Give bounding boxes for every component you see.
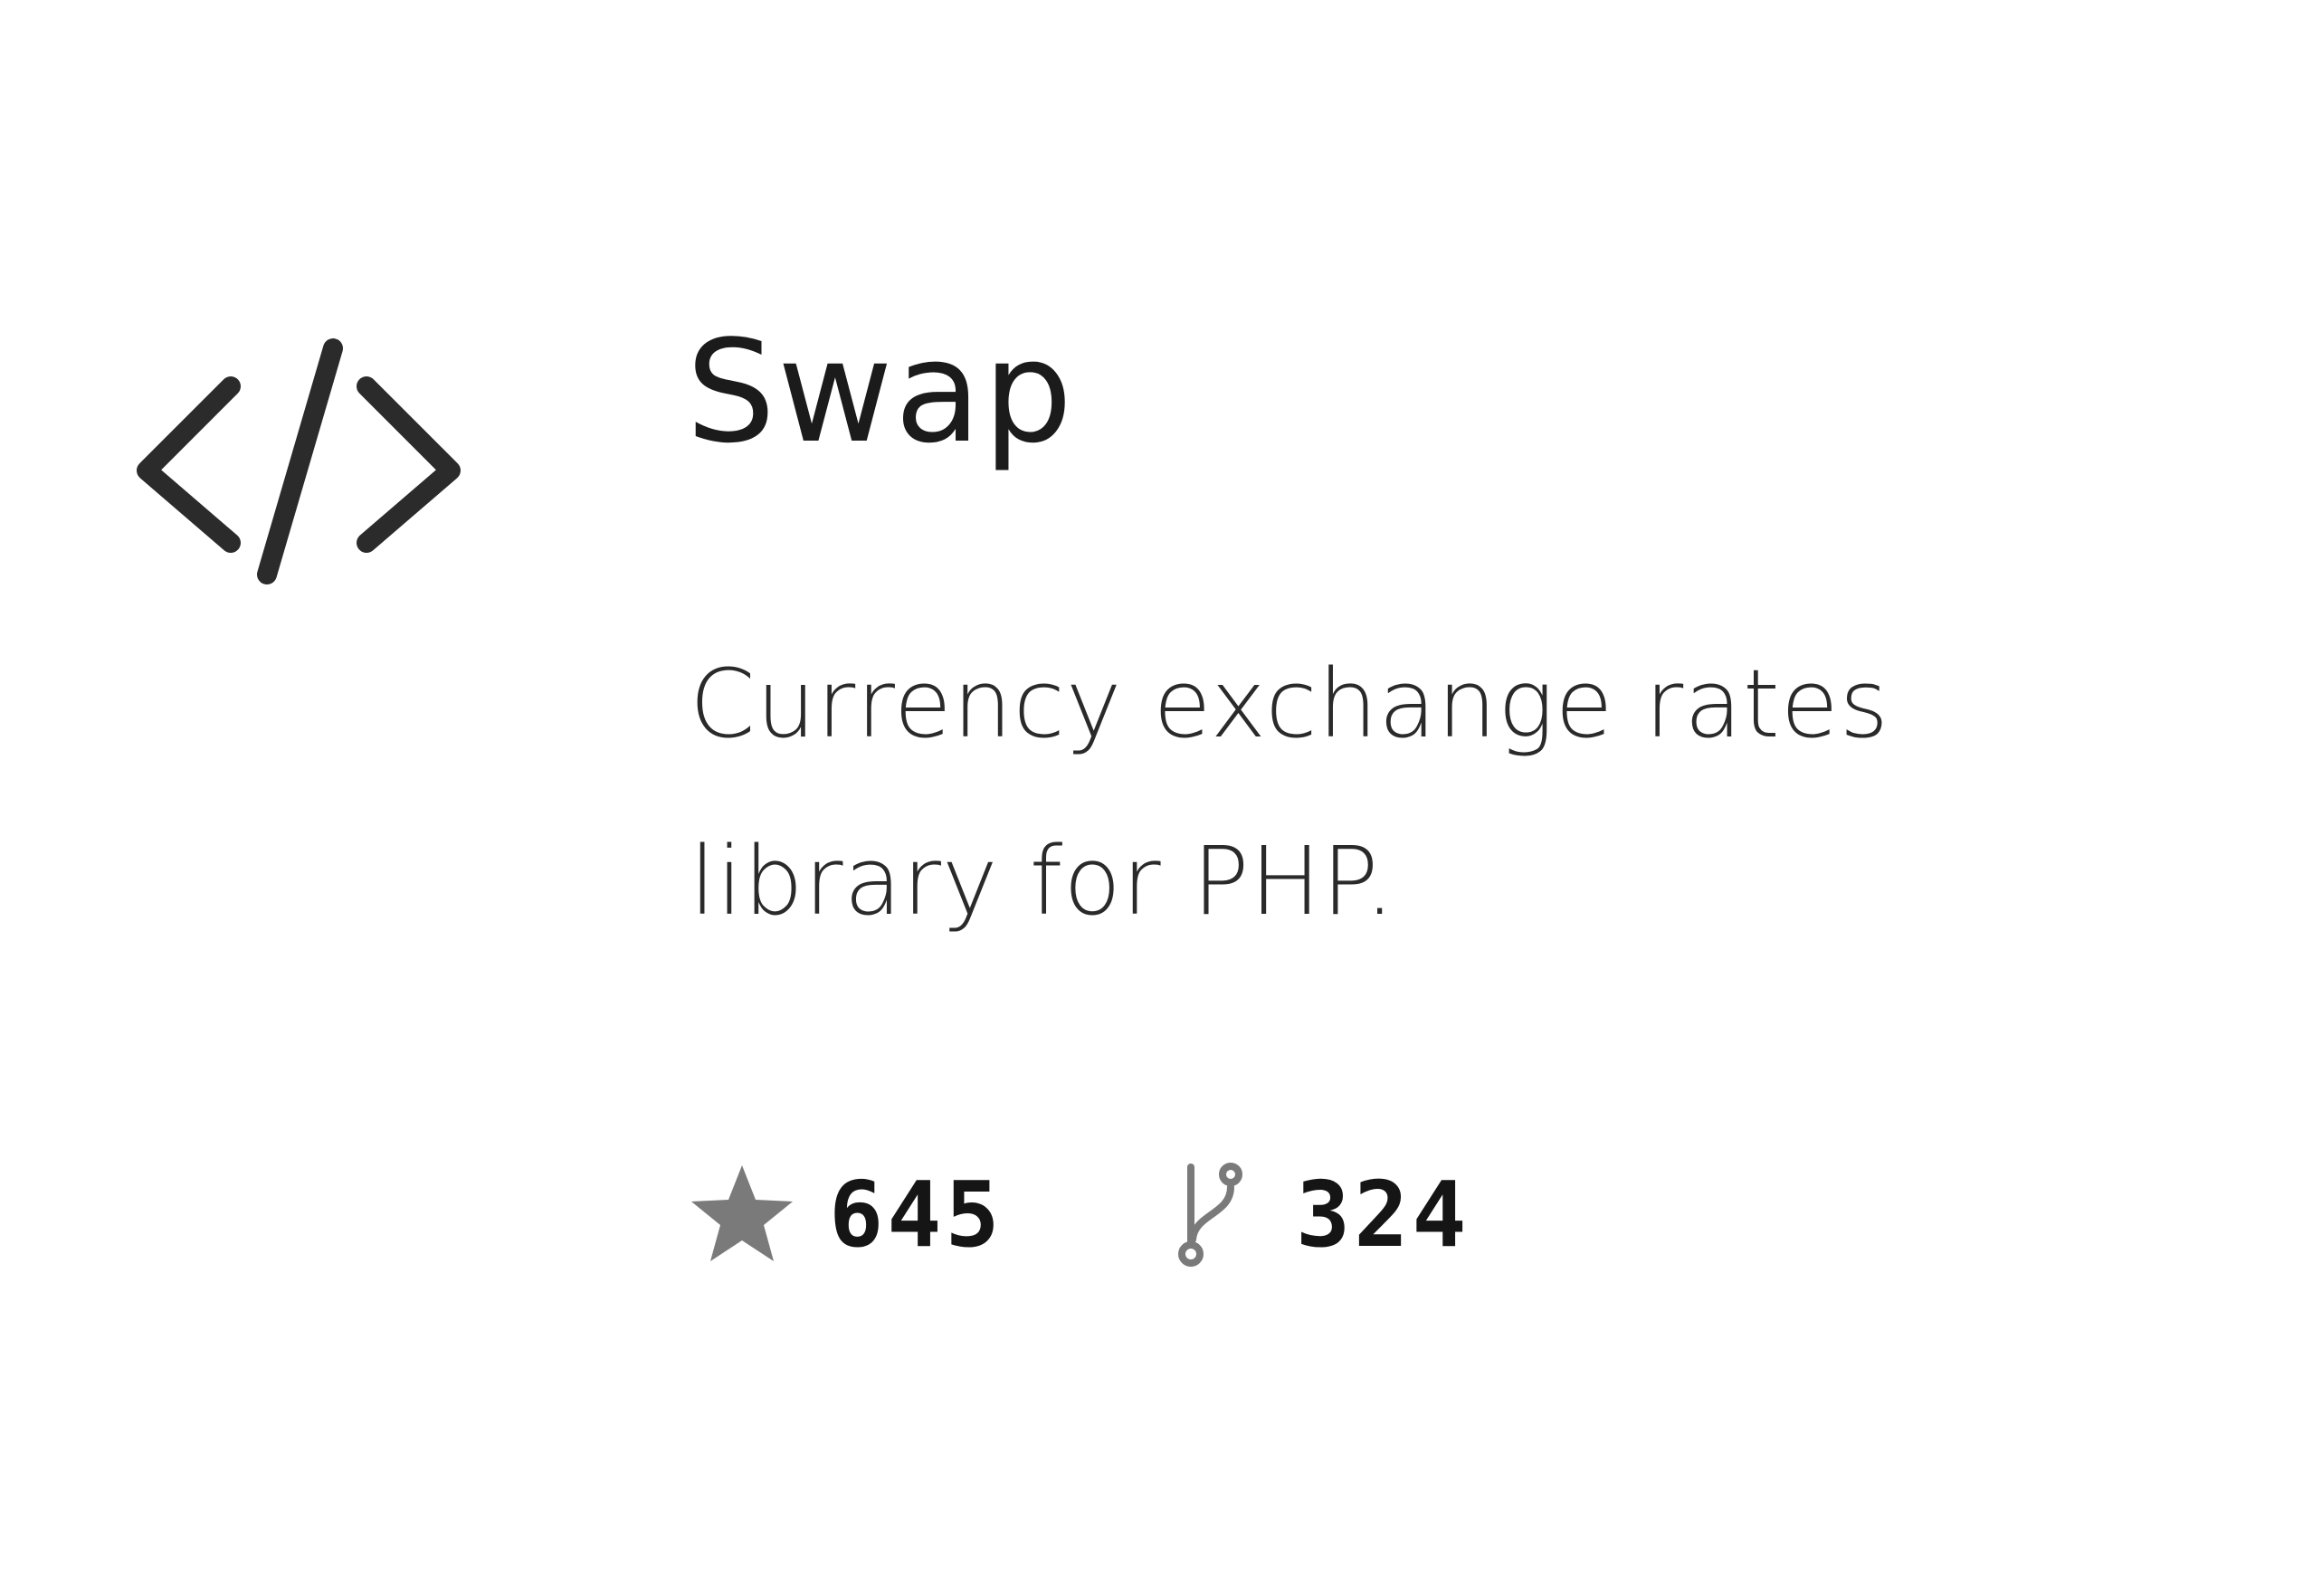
fork-icon <box>1178 1163 1242 1267</box>
repo-card[interactable]: Swap Currency exchange rates library for… <box>0 0 2322 1596</box>
stars-count: 645 <box>829 1161 1004 1268</box>
code-brackets-icon <box>137 338 461 584</box>
forks-count: 324 <box>1296 1161 1470 1268</box>
repo-description: Currency exchange rates library for PHP. <box>690 649 1889 936</box>
forks-stat[interactable]: 324 <box>1176 1160 1470 1268</box>
star-icon <box>691 1165 793 1261</box>
repo-stats: 645 324 <box>688 1160 1470 1268</box>
stars-stat[interactable]: 645 <box>688 1160 1176 1268</box>
repo-title[interactable]: Swap <box>686 321 1074 462</box>
